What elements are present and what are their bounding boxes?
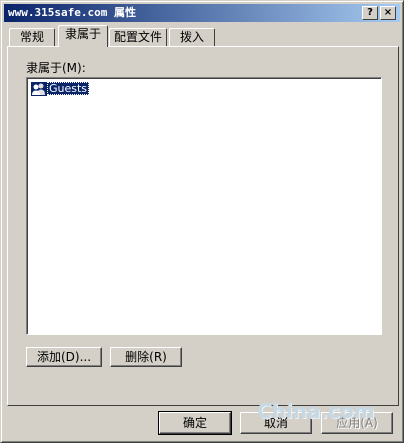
tab-dial-in[interactable]: 拨入: [169, 28, 215, 46]
tab-member-of[interactable]: 隶属于: [58, 25, 108, 47]
window-title: www.315safe.com 属性: [8, 6, 136, 19]
list-item[interactable]: Guests: [31, 81, 90, 96]
tab-general[interactable]: 常规: [9, 28, 55, 46]
remove-button[interactable]: 删除(R): [110, 347, 182, 367]
tab-panel: 隶属于(M): Guests 添加(D)... 删除(R): [7, 46, 399, 406]
ok-button[interactable]: 确定: [158, 411, 232, 435]
help-button[interactable]: ?: [362, 6, 378, 20]
properties-dialog: www.315safe.com 属性 ? × 常规 隶属于 配置文件 拨入 隶属…: [0, 0, 404, 443]
watermark-logo: China.com: [257, 399, 375, 423]
add-button[interactable]: 添加(D)...: [26, 347, 102, 367]
user-group-icon: [31, 81, 47, 96]
group-name: Guests: [47, 82, 90, 95]
member-of-label: 隶属于(M):: [26, 61, 86, 75]
member-of-list[interactable]: Guests: [26, 77, 382, 335]
close-button[interactable]: ×: [380, 6, 396, 20]
tab-profile[interactable]: 配置文件: [109, 28, 167, 46]
title-bar[interactable]: www.315safe.com 属性 ? ×: [4, 4, 400, 22]
